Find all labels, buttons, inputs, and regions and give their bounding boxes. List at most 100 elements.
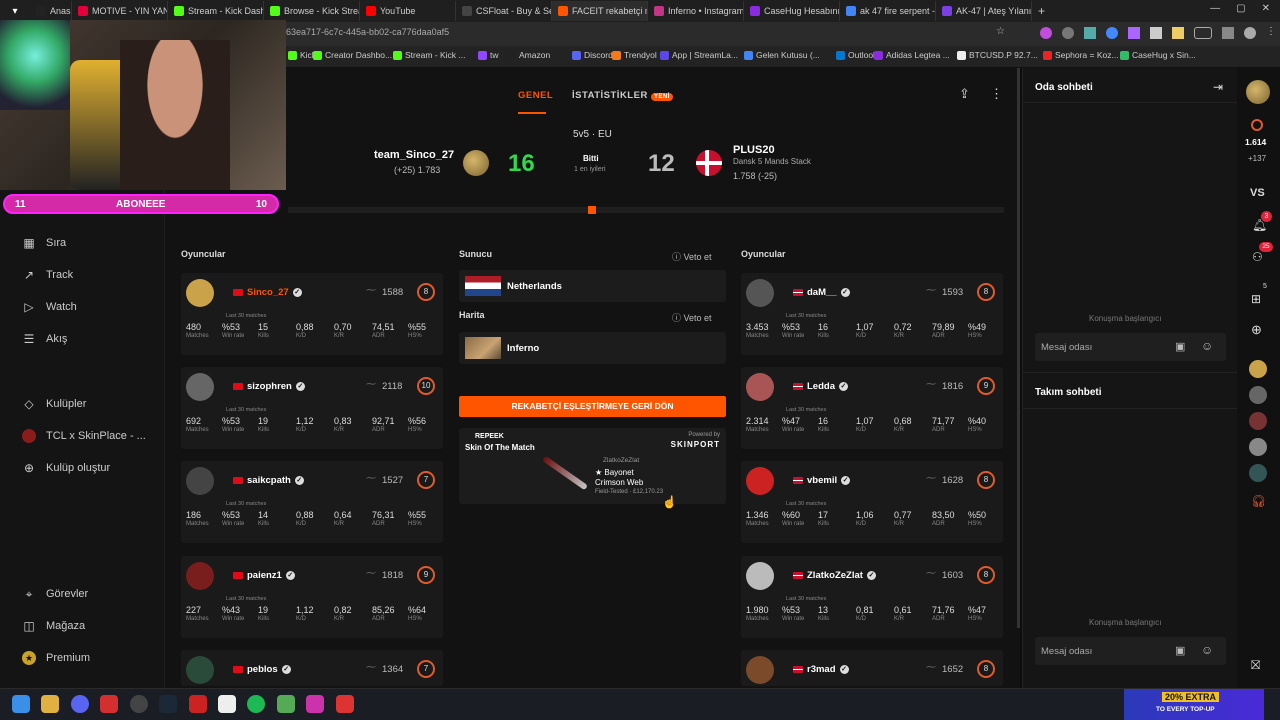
player-name[interactable]: vbemil [807,475,837,486]
sidebar-item-tcl-club[interactable]: TCL x SkinPlace - ... [22,429,146,443]
bookmark-item[interactable]: Gelen Kutusu (... [744,50,820,60]
profile-icon[interactable] [1244,27,1256,39]
friends-icon[interactable]: ⚇ [1252,250,1263,264]
player-avatar[interactable] [186,467,214,495]
player-name-row[interactable]: peblos ✓ [233,664,291,675]
player-name-row[interactable]: saikcpath ✓ [233,475,304,486]
friend-avatar[interactable] [1249,412,1267,430]
friend-avatar[interactable] [1249,386,1267,404]
player-card[interactable]: sizophren ✓ ⁓ 2118 10 Last 30 matches 692 Match… [181,367,443,449]
discord-icon[interactable] [71,695,89,713]
browser-tab[interactable]: YouTube [360,1,456,21]
bookmark-item[interactable]: Discord [572,50,613,60]
support-headset-icon[interactable]: 🎧︎ [1251,494,1266,508]
bookmark-item[interactable]: Trendyol [612,50,657,60]
player-card[interactable]: paienz1 ✓ ⁓ 1818 9 Last 30 matches 227 Matches%… [181,556,443,638]
player-name-row[interactable]: sizophren ✓ [233,381,305,392]
vivaldi-icon[interactable] [100,695,118,713]
bookmark-item[interactable]: App | StreamLa... [660,50,738,60]
browser-tab[interactable]: MOTIVE - YIN YANG [72,1,168,21]
player-name[interactable]: Ledda [807,381,835,392]
player-card[interactable]: daM__ ✓ ⁓ 1593 8 Last 30 matches 3.453 Matches%… [741,273,1003,355]
player-avatar[interactable] [186,279,214,307]
tab-stats[interactable]: İSTATİSTİKLER YENİ [572,90,673,101]
vpn-icon[interactable] [1194,27,1212,39]
browser-tab[interactable]: AK-47 | Ateş Yılanı (F [936,1,1032,21]
player-name-row[interactable]: ZlatkoZeZlat ✓ [793,570,876,581]
player-avatar[interactable] [746,279,774,307]
skin-of-match-card[interactable]: REPEEK Skin Of The Match Powered by SKIN… [459,428,726,504]
team1-name[interactable]: team_Sinco_27 [374,149,454,161]
player-name[interactable]: sizophren [247,381,292,392]
player-avatar[interactable] [186,656,214,684]
player-name-row[interactable]: Ledda ✓ [793,381,848,392]
sidebar-item-missions[interactable]: ⌖ Görevler [22,587,89,601]
player-avatar[interactable] [746,467,774,495]
game-icon[interactable] [277,695,295,713]
player-name-row[interactable]: Sinco_27 ✓ [233,287,302,298]
party-icon[interactable]: ⊞ [1251,292,1261,306]
team-message-input[interactable]: Mesaj odası ▣ ☺ [1035,637,1226,665]
return-to-matchmaking-button[interactable]: REKABETÇİ EŞLEŞTİRMEYE GERİ DÖN [459,396,726,417]
player-avatar[interactable] [746,656,774,684]
team2-avatar[interactable] [696,150,722,176]
browser-tab[interactable]: ak 47 fire serpent - G [840,1,936,21]
app-icon[interactable] [218,695,236,713]
sidebar-item-premium[interactable]: ★ Premium [22,651,90,665]
map-veto-link[interactable]: ⓘ Veto et [672,311,712,324]
extension-icon[interactable] [1150,27,1162,39]
extension-icon[interactable] [1106,27,1118,39]
player-name[interactable]: Sinco_27 [247,287,289,298]
extension-icon[interactable] [1222,27,1234,39]
tab-general[interactable]: GENEL [518,90,553,101]
location-app-icon[interactable] [306,695,324,713]
obs-icon[interactable] [130,695,148,713]
main-scrollbar[interactable] [1017,68,1020,628]
player-name-row[interactable]: vbemil ✓ [793,475,851,486]
extension-icon[interactable] [1062,27,1074,39]
bookmark-item[interactable]: Stream - Kick ... [393,50,465,60]
sidebar-item-shop[interactable]: ◫ Mağaza [22,619,85,633]
player-name[interactable]: paienz1 [247,570,282,581]
browser-tab[interactable]: CaseHug Hesabınız [744,1,840,21]
image-icon[interactable]: ▣ [1175,340,1185,353]
sidebar-item-track[interactable]: ↗ Track [22,268,73,282]
add-friend-icon[interactable]: ⊕ [1251,322,1262,338]
steam-icon[interactable] [159,695,177,713]
friend-avatar[interactable] [1249,438,1267,456]
player-card[interactable]: peblos ✓ ⁓ 1364 7 [181,650,443,686]
browser-tab[interactable]: FACEIT rekabetçi ma [552,1,648,21]
friend-avatar[interactable] [1249,360,1267,378]
extension-icon[interactable] [1128,27,1140,39]
bookmark-item[interactable]: Outlook [836,50,877,60]
url-text[interactable]: 63ea717-6c7c-445a-bb02-ca776daa0af5 [286,27,449,37]
windows-start-icon[interactable] [12,695,30,713]
spotify-icon[interactable] [247,695,265,713]
player-avatar[interactable] [186,562,214,590]
file-explorer-icon[interactable] [41,695,59,713]
gift-icon[interactable]: ⛝ [1251,658,1260,673]
player-name-row[interactable]: paienz1 ✓ [233,570,295,581]
team2-name[interactable]: PLUS20 [733,144,775,156]
bookmark-item[interactable]: CaseHug x Sin... [1120,50,1196,60]
user-avatar[interactable] [1246,80,1270,104]
minimize-icon[interactable]: — [1210,3,1220,14]
menu-icon[interactable]: ⋮ [1266,27,1276,39]
collapse-icon[interactable]: ⇥ [1213,80,1223,94]
server-veto-link[interactable]: ⓘ Veto et [672,250,712,263]
extension-icon[interactable] [1040,27,1052,39]
player-card[interactable]: vbemil ✓ ⁓ 1628 8 Last 30 matches 1.346 Matches… [741,461,1003,543]
close-icon[interactable]: ✕ [1262,3,1270,14]
vs-icon[interactable]: VS [1250,187,1265,199]
player-avatar[interactable] [186,373,214,401]
extension-icon[interactable] [1084,27,1096,39]
player-avatar[interactable] [746,373,774,401]
player-name[interactable]: r3mad [807,664,836,675]
new-tab-icon[interactable]: + [1038,4,1045,18]
emoji-icon[interactable]: ☺ [1201,339,1213,353]
extension-icon[interactable] [1172,27,1184,39]
player-card[interactable]: Ledda ✓ ⁓ 1816 9 Last 30 matches 2.314 Matches%… [741,367,1003,449]
player-name[interactable]: ZlatkoZeZlat [807,570,863,581]
player-name-row[interactable]: daM__ ✓ [793,287,850,298]
emoji-icon[interactable]: ☺ [1201,643,1213,657]
